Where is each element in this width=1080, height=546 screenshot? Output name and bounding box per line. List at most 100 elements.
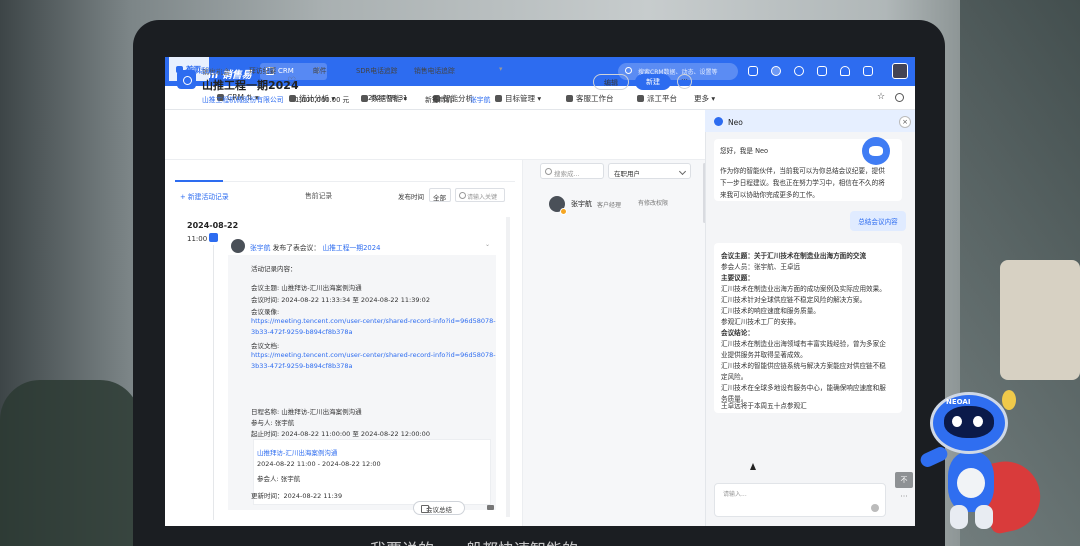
timeline-line [213,245,214,520]
activity-line: 会议录像: [251,308,280,316]
activity-tabs [175,160,515,182]
summary-line: 会议主题：关于汇川技术在制造业出海方面的交流 [721,252,867,260]
member-name[interactable]: 张宇航 [571,199,592,209]
activity-line: 会议文档: [251,342,280,350]
tab-email[interactable]: 邮件 [313,65,327,75]
presales-records-tab[interactable]: 售前记录 [305,190,332,200]
summary-line: 汇川技术在制造业出海方面的成功案例及实际应用效果。 [721,285,886,293]
mascot-belly [957,468,985,498]
summary-line: 参观汇川技术工厂的安排。 [721,318,801,326]
neo-logo-icon [714,117,723,126]
publish-time-label: 发布时间 [398,193,424,201]
apps-icon[interactable] [863,66,873,76]
side-more-icon[interactable]: ··· [895,493,913,504]
send-icon[interactable] [871,504,879,512]
nav-item-service-desk[interactable]: 客服工作台 [566,93,614,104]
nav-item-dispatch[interactable]: 派工平台 [637,93,677,104]
summary-line: 王卓远将于本周五十点参观汇 [721,402,807,410]
dispatch-icon [637,95,644,102]
activity-line: 会议时间: 2024-08-22 11:33:34 至 2024-08-22 1… [251,296,430,304]
comment-icon[interactable] [487,505,494,510]
keyword-input[interactable]: 请输入关键 [455,188,505,202]
tab-sales-calls[interactable]: 销售电话追踪 [414,65,455,75]
member-search-input[interactable]: 搜索成... [540,163,604,179]
member-filter-select[interactable]: 在职用户 [608,163,691,179]
activity-line: 活动记录内容： [251,265,297,273]
record-company[interactable]: 山推工程机械股份有限公司 [202,94,284,104]
history-icon[interactable] [895,93,904,102]
activity-line: 日程名称: 山推拜访-汇川出海案例沟通 [251,408,362,416]
edit-button[interactable]: 编辑 [593,74,629,90]
help-icon[interactable] [794,66,804,76]
bell-icon[interactable] [840,66,850,76]
recording-link-cont[interactable]: 3b33-472f-9259-b894cf8b378a [251,328,353,336]
nav-item-goal-mgmt[interactable]: 目标管理 ▾ [495,93,541,104]
mascot-eye [952,416,962,427]
background-plant [0,380,140,546]
neo-mascot-icon [862,137,890,165]
edit-icon[interactable] [748,66,758,76]
record-amount: 1,000,000.00 元 [295,96,350,104]
record-title: 山推工程一期2024 [202,79,299,92]
neo-title: Neo [728,118,743,127]
document-link-cont[interactable]: 3b33-472f-9259-b894cf8b378a [251,362,353,370]
author-avatar[interactable] [231,239,245,253]
ai-icon[interactable] [771,66,781,76]
activity-line: 会议主题: 山推拜访-汇川出海案例沟通 [251,284,362,292]
user-query-bubble: 总结会议内容 [850,211,906,231]
favorite-icon[interactable]: ♡ [287,76,296,87]
record-header [165,110,705,160]
search-icon [625,67,632,74]
more-button[interactable]: ··· [677,74,692,89]
neo-intro-line: 作为你的智能伙伴，当前我可以为你总结会议纪要，提供 [720,167,885,175]
tabs-more-icon[interactable]: ▾ [499,65,502,73]
document-link[interactable]: https://meeting.tencent.com/user-center/… [251,351,496,359]
scrollbar[interactable] [506,217,510,517]
neo-chat-input[interactable]: 请输入... [714,483,886,517]
tab-all-activities[interactable]: 全部活动记录 [185,65,226,75]
nav-label: 派工平台 [647,94,677,103]
summary-line: 会议结论： [721,329,754,337]
star-icon[interactable]: ☆ [877,92,885,102]
timeline-time: 11:00 [187,235,208,243]
embed-people: 参会人: 张宇航 [257,475,301,483]
side-tool-button[interactable]: 不 [895,472,913,488]
new-activity-button[interactable]: + 新建活动记录 [180,191,229,201]
mascot-leg [975,505,993,529]
collapse-icon[interactable]: ⌄ [485,241,490,248]
record-owner[interactable]: 张宇航 [470,94,490,104]
user-avatar[interactable] [892,63,908,79]
nav-label: 客服工作台 [576,94,614,103]
neo-intro-line: 来我可以协助你完成更多的工作。 [720,191,819,199]
module-label: CRM [278,67,294,75]
filter-select[interactable]: 全部 [429,188,451,202]
summary-line: 主要议题： [721,274,754,282]
owner-badge-icon [560,208,567,215]
summary-line: 定风险。 [721,373,748,381]
nav-label: 更多 ▾ [694,94,716,103]
member-permission: 有修改权限 [638,200,669,207]
new-button[interactable]: 新建 [635,74,671,90]
summary-line: 业提供服务并取得显著成效。 [721,351,807,359]
recording-link[interactable]: https://meeting.tencent.com/user-center/… [251,317,496,325]
updated-time: 更新时间：2024-08-22 11:39 [251,492,343,500]
activity-author[interactable]: 张宇航 [250,244,270,252]
data-icon [361,95,368,102]
mascot-ear [1002,390,1016,410]
summary-line: 汇川技术在全球多地设有服务中心，能确保响应速度和服 [721,384,886,392]
video-caption: 我要说的，一般都快速智能的 [370,536,578,546]
tab-visit-notes[interactable]: 拜访纪要 [249,65,276,75]
neo-intro-line: 下一步日程建议。我也正在努力学习中，相信在不久的将 [720,179,885,187]
settings-icon[interactable] [817,66,827,76]
mascot-leg [950,505,968,529]
tab-sdr-calls[interactable]: SDR电话追踪 [356,65,397,75]
record-stage: 新签商机 [425,96,453,104]
nav-item-more[interactable]: 更多 ▾ [694,93,715,104]
embed-title[interactable]: 山推拜访-汇川出海案例沟通 [257,447,337,457]
meeting-summary-button[interactable]: 会议总结 [413,501,465,515]
background-object [1000,260,1080,380]
activity-subject[interactable]: 山推工程一期2024 [322,244,380,252]
close-icon[interactable]: × [899,116,911,128]
nav-label: 目标管理 ▾ [505,94,542,103]
activity-line: 参与人: 张宇航 [251,419,295,427]
